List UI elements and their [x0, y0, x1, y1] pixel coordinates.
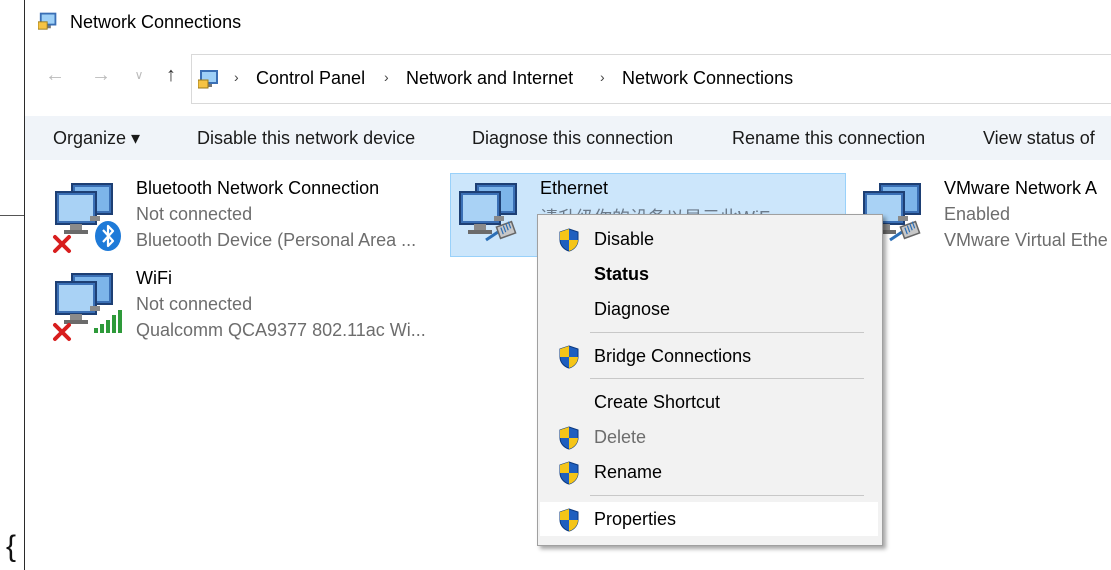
uac-shield-icon	[558, 228, 580, 252]
menu-item-disable[interactable]: Disable	[540, 222, 878, 256]
menu-item-properties[interactable]: Properties	[540, 502, 878, 536]
menu-item-delete[interactable]: Delete	[540, 420, 878, 454]
menu-item-label: Disable	[594, 229, 655, 249]
uac-shield-icon	[558, 508, 580, 532]
edge-tick	[0, 215, 24, 216]
connection-vmware[interactable]: VMware Network A Enabled VMware Virtual …	[858, 178, 1111, 258]
menu-item-label: Create Shortcut	[594, 392, 721, 412]
breadcrumb-chevron-icon[interactable]: ›	[600, 69, 605, 85]
connection-bluetooth[interactable]: Bluetooth Network Connection Not connect…	[50, 178, 430, 258]
disable-device-button[interactable]: Disable this network device	[197, 128, 415, 149]
rename-connection-button[interactable]: Rename this connection	[732, 128, 925, 149]
menu-item-create-shortcut[interactable]: Create Shortcut	[540, 385, 878, 419]
context-menu: Disable Status Diagnose Bridge Connectio…	[537, 214, 883, 546]
connection-name: Bluetooth Network Connection	[136, 178, 380, 198]
disconnected-x-icon	[52, 234, 72, 254]
menu-item-label: Diagnose	[594, 299, 671, 319]
breadcrumb-network-internet[interactable]: Network and Internet	[406, 68, 573, 89]
connection-status: Not connected	[136, 294, 253, 314]
wifi-signal-bars-icon	[94, 310, 122, 333]
uac-shield-icon	[558, 461, 580, 485]
disconnected-x-icon	[52, 322, 72, 342]
network-connections-icon	[198, 66, 222, 90]
menu-separator	[590, 378, 864, 379]
connection-device: VMware Virtual Ethe	[944, 230, 1108, 250]
recent-dropdown-icon[interactable]: ∨	[127, 68, 151, 82]
uac-shield-icon	[558, 426, 580, 450]
command-bar: Organize ▾ Disable this network device D…	[25, 116, 1111, 160]
menu-item-rename[interactable]: Rename	[540, 455, 878, 489]
menu-item-label: Status	[594, 264, 650, 284]
uac-shield-icon	[558, 345, 580, 369]
bluetooth-icon	[95, 221, 121, 251]
menu-separator	[590, 495, 864, 496]
ethernet-cable-icon	[484, 220, 520, 244]
left-window-edge: {	[0, 0, 25, 570]
diagnose-connection-button[interactable]: Diagnose this connection	[472, 128, 673, 149]
window-title: Network Connections	[70, 12, 242, 32]
address-bar[interactable]: › Control Panel › Network and Internet ›…	[191, 54, 1111, 104]
menu-item-label: Bridge Connections	[594, 346, 752, 366]
forward-arrow-icon[interactable]: →	[89, 64, 113, 87]
title-bar: Network Connections	[25, 0, 1111, 44]
menu-item-label: Properties	[594, 509, 677, 529]
connection-device: Qualcomm QCA9377 802.11ac Wi...	[136, 320, 426, 340]
menu-item-diagnose[interactable]: Diagnose	[540, 292, 878, 326]
menu-item-label: Rename	[594, 462, 663, 482]
edge-glyph: {	[6, 530, 17, 563]
address-row: ← → ∨ ↑ › Control Panel › Network and In…	[25, 54, 1111, 104]
connection-status: Enabled	[944, 204, 1011, 224]
view-status-button[interactable]: View status of	[983, 128, 1095, 149]
connection-wifi[interactable]: WiFi Not connected Qualcomm QCA9377 802.…	[50, 268, 450, 348]
menu-item-bridge-connections[interactable]: Bridge Connections	[540, 339, 878, 373]
connection-status: Not connected	[136, 204, 253, 224]
breadcrumb-network-connections[interactable]: Network Connections	[622, 68, 793, 89]
breadcrumb-chevron-icon[interactable]: ›	[384, 69, 389, 85]
breadcrumb-chevron-icon[interactable]: ›	[234, 69, 239, 85]
connection-name: WiFi	[136, 268, 172, 288]
menu-item-status[interactable]: Status	[540, 257, 878, 291]
ethernet-cable-icon	[888, 220, 924, 244]
connection-device: Bluetooth Device (Personal Area ...	[136, 230, 417, 250]
connection-name: VMware Network A	[944, 178, 1098, 198]
network-connections-icon	[38, 9, 60, 31]
back-arrow-icon[interactable]: ←	[43, 64, 67, 87]
menu-item-label: Delete	[594, 427, 647, 447]
up-arrow-icon[interactable]: ↑	[159, 64, 183, 87]
breadcrumb-control-panel[interactable]: Control Panel	[256, 68, 365, 89]
connection-name: Ethernet	[540, 178, 609, 198]
menu-separator	[590, 332, 864, 333]
organize-button[interactable]: Organize ▾	[53, 128, 140, 149]
